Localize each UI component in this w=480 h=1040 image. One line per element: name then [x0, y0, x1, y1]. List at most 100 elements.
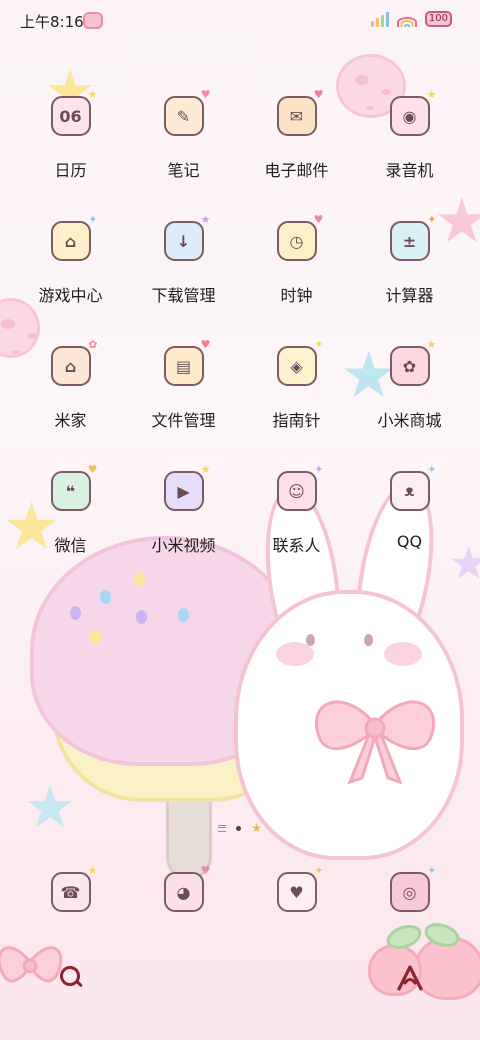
icon-tile: ◷ ♥	[276, 214, 324, 261]
compass-icon: ◈ ✦	[269, 338, 325, 394]
icon-tile: ▶ ★	[163, 464, 211, 511]
mi-store-icon: ✿ ★	[382, 338, 438, 394]
icon-tile: ◈ ✦	[276, 339, 324, 386]
app-clock[interactable]: ◷ ♥ 时钟	[240, 213, 353, 338]
app-label: 电子邮件	[264, 161, 329, 180]
status-time: 上午8:16	[20, 13, 84, 31]
dock-messages[interactable]: ◕ ♥	[127, 864, 240, 920]
app-mi-video[interactable]: ▶ ★ 小米视频	[127, 463, 240, 588]
page-indicator[interactable]: ★	[0, 822, 480, 834]
sticker-icon: ✿	[88, 338, 98, 351]
app-label: 指南针	[272, 411, 321, 430]
sticker-icon: ★	[426, 338, 437, 351]
app-game-center[interactable]: ⌂ ✦ 游戏中心	[14, 213, 127, 338]
icon-glyph: ◈	[290, 356, 303, 376]
sprinkle-decoration	[70, 606, 81, 620]
icon-glyph: ♥	[289, 882, 304, 902]
icon-glyph: ☺	[288, 481, 305, 501]
icon-tile: 06 ★	[50, 89, 98, 136]
icon-glyph: ❝	[65, 481, 76, 501]
app-recorder[interactable]: ◉ ★ 录音机	[353, 88, 466, 213]
icon-glyph: ◕	[176, 882, 191, 902]
app-mi-store[interactable]: ✿ ★ 小米商城	[353, 338, 466, 463]
status-indicators: 100	[370, 11, 452, 27]
browser-icon: ♥ ✦	[269, 864, 325, 920]
app-label: 日历	[54, 161, 87, 180]
icon-glyph: ☎	[60, 882, 81, 902]
app-file-manager[interactable]: ▤ ♥ 文件管理	[127, 338, 240, 463]
app-calculator[interactable]: ± ✦ 计算器	[353, 213, 466, 338]
app-contacts[interactable]: ☺ ✦ 联系人	[240, 463, 353, 588]
app-label: 计算器	[385, 286, 434, 305]
sticker-icon: ✦	[427, 463, 437, 476]
icon-tile: ᴥ ✦	[389, 464, 437, 511]
sticker-icon: ✦	[88, 213, 98, 226]
sticker-icon: ♥	[313, 213, 324, 226]
signal-bar	[385, 12, 389, 27]
app-mijia-home[interactable]: ⌂ ✿ 米家	[14, 338, 127, 463]
sticker-icon: ♥	[87, 463, 98, 476]
bottom-bar	[0, 956, 480, 1000]
icon-glyph: ↓	[176, 231, 191, 251]
sticker-icon: ♥	[313, 88, 324, 101]
sticker-icon: ♥	[200, 88, 211, 101]
app-label: QQ	[396, 532, 423, 551]
app-label: 微信	[54, 536, 87, 555]
icon-glyph: ◎	[402, 882, 417, 902]
clock-icon: ◷ ♥	[269, 213, 325, 269]
app-compass[interactable]: ◈ ✦ 指南针	[240, 338, 353, 463]
app-email[interactable]: ✉ ♥ 电子邮件	[240, 88, 353, 213]
sticker-icon: ★	[87, 864, 98, 877]
sticker-icon: ★	[200, 463, 211, 476]
star-page-indicator-icon: ★	[251, 821, 262, 835]
app-wechat[interactable]: ❝ ♥ 微信	[14, 463, 127, 588]
icon-tile: ❝ ♥	[50, 464, 98, 511]
icon-glyph: ◉	[402, 106, 417, 126]
app-label: 下载管理	[151, 286, 216, 305]
sticker-icon: ✦	[314, 864, 324, 877]
file-manager-icon: ▤ ♥	[156, 338, 212, 394]
app-download-manager[interactable]: ↓ ★ 下载管理	[127, 213, 240, 338]
qq-icon: ᴥ ✦	[382, 463, 438, 519]
mijia-home-icon: ⌂ ✿	[43, 338, 99, 394]
signal-strength-icon	[370, 11, 389, 27]
icon-glyph: ⌂	[64, 231, 77, 251]
icon-tile: ± ✦	[389, 214, 437, 261]
app-notes[interactable]: ✎ ♥ 笔记	[127, 88, 240, 213]
icon-glyph: ▶	[177, 481, 190, 501]
icon-glyph: ⌂	[64, 356, 77, 376]
assistant-icon[interactable]	[394, 962, 426, 994]
dock-camera[interactable]: ◎ ✦	[353, 864, 466, 920]
icon-tile: ✎ ♥	[163, 89, 211, 136]
icon-glyph: ✎	[176, 106, 191, 126]
messages-icon: ◕ ♥	[156, 864, 212, 920]
dock: ☎ ★ ◕ ♥ ♥ ✦ ◎ ✦	[14, 864, 466, 920]
sprinkle-decoration	[90, 630, 101, 644]
icon-tile: ✉ ♥	[276, 89, 324, 136]
signal-bar	[375, 18, 379, 27]
contacts-icon: ☺ ✦	[269, 463, 325, 519]
icon-tile: ◉ ★	[389, 89, 437, 136]
sticker-icon: ✦	[427, 864, 437, 877]
notes-icon: ✎ ♥	[156, 88, 212, 144]
icon-glyph: 06	[59, 106, 82, 126]
icon-glyph: ◷	[289, 231, 304, 251]
bunny-eye-decoration	[364, 634, 373, 646]
minus-one-screen-indicator	[218, 824, 227, 832]
icon-tile: ◕ ♥	[163, 865, 211, 912]
signal-bar	[370, 21, 374, 27]
icon-glyph: ᴥ	[404, 481, 415, 500]
sprinkle-decoration	[100, 590, 111, 604]
app-qq[interactable]: ᴥ ✦ QQ	[353, 463, 466, 588]
dock-browser[interactable]: ♥ ✦	[240, 864, 353, 920]
sticker-icon: ✦	[314, 338, 324, 351]
app-calendar[interactable]: 06 ★ 日历	[14, 88, 127, 213]
search-icon[interactable]	[56, 962, 88, 994]
dock-phone[interactable]: ☎ ★	[14, 864, 127, 920]
icon-glyph: ✉	[289, 106, 304, 126]
app-label: 米家	[54, 411, 87, 430]
phone-icon: ☎ ★	[43, 864, 99, 920]
app-label: 录音机	[385, 161, 434, 180]
app-label: 笔记	[167, 161, 200, 180]
wifi-icon	[396, 11, 417, 27]
